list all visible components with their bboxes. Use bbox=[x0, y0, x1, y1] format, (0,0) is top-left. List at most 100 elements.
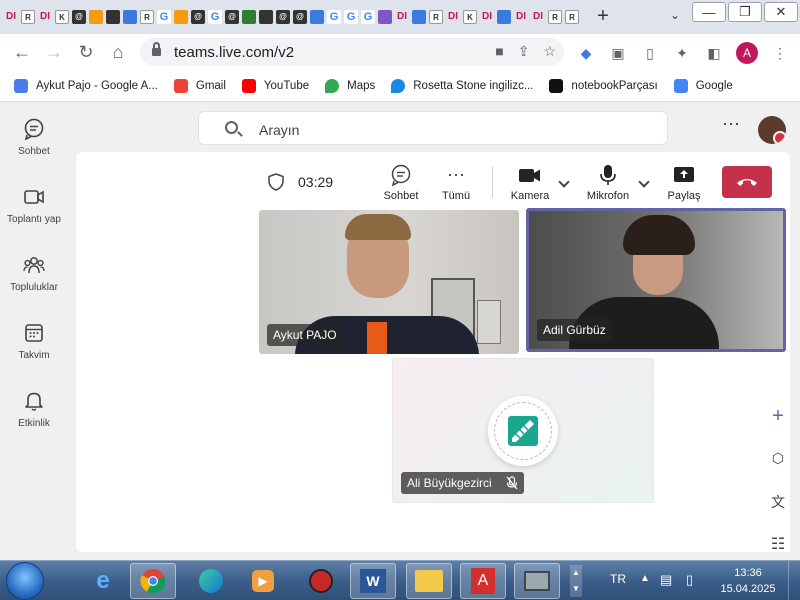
chrome-icon[interactable] bbox=[130, 563, 176, 599]
system-clock[interactable]: 13:36 15.04.2025 bbox=[712, 565, 784, 597]
rosetta-re-icon[interactable]: R bbox=[429, 10, 443, 24]
battery-icon[interactable]: ▯ bbox=[686, 572, 693, 588]
diamond-icon[interactable] bbox=[310, 10, 324, 24]
wave-icon[interactable] bbox=[378, 10, 392, 24]
di-icon[interactable]: DI bbox=[480, 10, 494, 24]
address-bar[interactable]: teams.live.com/v2 ■ ⇪ ☆ bbox=[140, 38, 564, 66]
close-window-button[interactable]: ✕ bbox=[764, 2, 798, 22]
di-icon[interactable]: DI bbox=[38, 10, 52, 24]
camera-blocked-icon[interactable]: ■ bbox=[495, 43, 503, 60]
ext-icon[interactable] bbox=[242, 10, 256, 24]
google-g-icon[interactable]: G bbox=[344, 10, 358, 24]
di-icon[interactable]: DI bbox=[531, 10, 545, 24]
settings-hex-icon[interactable]: ⬡ bbox=[764, 444, 792, 472]
spiral-icon[interactable]: @ bbox=[72, 10, 86, 24]
back-arrow-icon[interactable]: ← bbox=[10, 41, 34, 63]
ext-icon[interactable] bbox=[259, 10, 273, 24]
rosetta-re-icon[interactable]: R bbox=[548, 10, 562, 24]
acrobat-icon[interactable]: A bbox=[460, 563, 506, 599]
extension-diamond-icon[interactable]: ◆ bbox=[576, 43, 596, 63]
ki-icon[interactable]: K bbox=[463, 10, 477, 24]
edge-icon[interactable] bbox=[188, 563, 234, 599]
rosetta-re-icon[interactable]: R bbox=[565, 10, 579, 24]
ext-icon[interactable] bbox=[174, 10, 188, 24]
google-g-icon[interactable]: G bbox=[208, 10, 222, 24]
side-panel-icon[interactable]: ◧ bbox=[704, 43, 724, 63]
more-options-icon[interactable]: ⋯ bbox=[722, 114, 741, 135]
computer-icon[interactable] bbox=[514, 563, 560, 599]
show-desktop-button[interactable] bbox=[788, 561, 800, 600]
di-icon[interactable]: DI bbox=[4, 10, 18, 24]
reload-icon[interactable]: ↻ bbox=[74, 41, 98, 63]
di-icon[interactable]: DI bbox=[395, 10, 409, 24]
call-chat-button[interactable]: Sohbet bbox=[380, 164, 422, 202]
share-button[interactable]: Paylaş bbox=[664, 164, 704, 202]
leave-call-button[interactable] bbox=[722, 166, 772, 198]
gear-icon[interactable] bbox=[89, 10, 103, 24]
word-icon[interactable]: W bbox=[350, 563, 396, 599]
language-indicator[interactable]: TR bbox=[610, 572, 626, 586]
antivirus-icon[interactable] bbox=[298, 563, 344, 599]
bookmark-item[interactable]: Maps bbox=[325, 78, 375, 93]
shield-icon[interactable] bbox=[268, 173, 284, 191]
tray-expand-icon[interactable]: ▲ bbox=[640, 573, 650, 584]
extensions-puzzle-icon[interactable]: ✦ bbox=[672, 43, 692, 63]
extension-translate-icon[interactable]: ▣ bbox=[608, 43, 628, 63]
bookmark-item[interactable]: Aykut Pajo - Google A... bbox=[14, 78, 158, 93]
lock-icon[interactable] bbox=[152, 42, 161, 57]
media-player-icon[interactable]: ▶ bbox=[240, 563, 286, 599]
ki-icon[interactable]: K bbox=[55, 10, 69, 24]
ext-icon[interactable] bbox=[106, 10, 120, 24]
spiral-icon[interactable]: @ bbox=[225, 10, 239, 24]
spiral-icon[interactable]: @ bbox=[191, 10, 205, 24]
add-icon[interactable]: + bbox=[764, 402, 792, 430]
restore-button[interactable]: ❐ bbox=[728, 2, 762, 22]
bookmark-item[interactable]: YouTube bbox=[241, 78, 309, 93]
spiral-icon[interactable]: @ bbox=[276, 10, 290, 24]
translate-icon[interactable]: 文 bbox=[764, 488, 792, 516]
internet-explorer-icon[interactable]: e bbox=[80, 563, 126, 599]
bookmark-star-icon[interactable]: ☆ bbox=[543, 43, 556, 60]
google-g-icon[interactable]: G bbox=[327, 10, 341, 24]
bookmark-item[interactable]: Google bbox=[673, 78, 733, 93]
home-icon[interactable]: ⌂ bbox=[106, 41, 130, 63]
bookmark-item[interactable]: notebookParçası bbox=[549, 78, 658, 93]
rail-item-communities[interactable]: Topluluklar bbox=[0, 254, 68, 293]
ext-icon[interactable] bbox=[412, 10, 426, 24]
rail-item-activity[interactable]: Etkinlik bbox=[0, 390, 68, 429]
diamond-icon[interactable] bbox=[497, 10, 511, 24]
rail-item-chat[interactable]: Sohbet bbox=[0, 118, 68, 157]
rosetta-re-icon[interactable]: R bbox=[21, 10, 35, 24]
apps-grid-icon[interactable]: ☷ bbox=[764, 530, 792, 558]
url-text[interactable]: teams.live.com/v2 bbox=[174, 44, 294, 61]
camera-options-chevron-icon[interactable] bbox=[558, 176, 570, 188]
rosetta-re-icon[interactable]: R bbox=[140, 10, 154, 24]
bookmark-item[interactable]: Rosetta Stone ingilizc... bbox=[391, 78, 533, 93]
network-icon[interactable]: ▤ bbox=[660, 572, 672, 588]
file-explorer-icon[interactable] bbox=[406, 563, 452, 599]
participant-video-tile-active[interactable]: Adil Gürbüz bbox=[526, 208, 786, 352]
participant-video-tile[interactable]: Aykut PAJO bbox=[259, 210, 519, 354]
bookmark-item[interactable]: Gmail bbox=[173, 78, 226, 93]
minimize-button[interactable]: — bbox=[692, 2, 726, 22]
spiral-icon[interactable]: @ bbox=[293, 10, 307, 24]
taskbar-scroll-arrows-icon[interactable]: ▲ ▼ bbox=[570, 565, 582, 597]
rail-item-calendar[interactable]: Takvim bbox=[0, 322, 68, 361]
shield-icon[interactable] bbox=[123, 10, 137, 24]
rail-item-meet[interactable]: Toplantı yap bbox=[0, 186, 68, 225]
di-icon[interactable]: DI bbox=[446, 10, 460, 24]
extension-doc-icon[interactable]: ▯ bbox=[640, 43, 660, 63]
mic-options-chevron-icon[interactable] bbox=[638, 176, 650, 188]
di-icon[interactable]: DI bbox=[514, 10, 528, 24]
search-input[interactable]: Arayın bbox=[198, 111, 668, 145]
google-g-icon[interactable]: G bbox=[157, 10, 171, 24]
browser-menu-icon[interactable]: ⋮ bbox=[770, 43, 790, 63]
forward-arrow-icon[interactable]: → bbox=[42, 41, 66, 63]
call-more-button[interactable]: ⋯ Tümü bbox=[436, 164, 476, 202]
microphone-button[interactable]: Mikrofon bbox=[582, 164, 634, 202]
camera-button[interactable]: Kamera bbox=[508, 164, 552, 202]
google-g-icon[interactable]: G bbox=[361, 10, 375, 24]
share-icon[interactable]: ⇪ bbox=[518, 43, 530, 60]
participant-avatar-tile[interactable]: Ali Büyükgezirci bbox=[392, 358, 654, 503]
tab-search-chevron-icon[interactable]: ⌄ bbox=[670, 8, 680, 22]
